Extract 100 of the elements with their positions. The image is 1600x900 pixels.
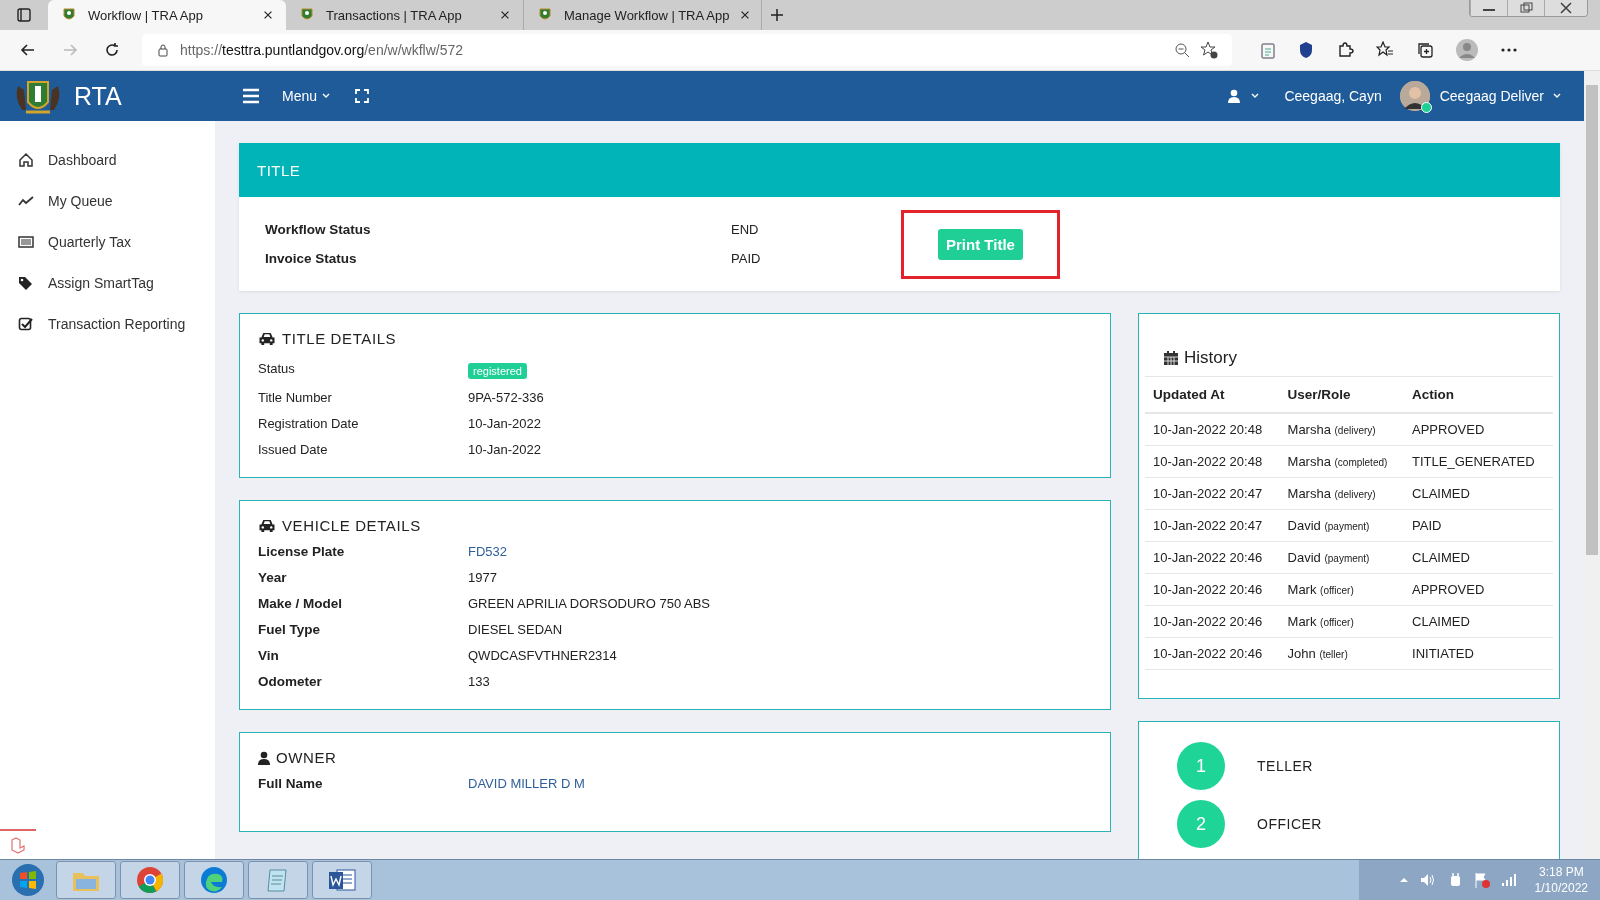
close-icon bbox=[1544, 0, 1587, 16]
collections-icon bbox=[1416, 41, 1434, 59]
table-cell: CLAIMED bbox=[1404, 541, 1553, 574]
step-number: 1 bbox=[1177, 742, 1225, 790]
sidebar-item[interactable]: Quarterly Tax bbox=[0, 221, 215, 262]
table-cell: APPROVED bbox=[1404, 413, 1553, 446]
step-label: TELLER bbox=[1257, 758, 1313, 774]
user-icon bbox=[258, 750, 270, 765]
table-cell: 10-Jan-2022 20:47 bbox=[1145, 477, 1280, 510]
table-cell: CLAIMED bbox=[1404, 477, 1553, 510]
fullscreen-icon bbox=[355, 89, 370, 103]
shield-icon bbox=[1298, 41, 1314, 59]
field-value: 10-Jan-2022 bbox=[468, 442, 542, 457]
field-label: Odometer bbox=[258, 674, 323, 689]
car-icon bbox=[258, 331, 276, 346]
status-label: Workflow Status bbox=[265, 222, 372, 237]
table-cell: Mark (officer) bbox=[1279, 605, 1405, 638]
field-value: 9PA-572-336 bbox=[468, 390, 545, 405]
status-value: END bbox=[731, 222, 760, 237]
table-cell: David (payment) bbox=[1279, 509, 1405, 542]
field-value: DIESEL SEDAN bbox=[468, 622, 564, 637]
browser-tab[interactable]: Workflow | TRA App bbox=[48, 0, 286, 30]
field-value: GREEN APRILIA DORSODURO 750 ABS bbox=[468, 596, 712, 611]
menu-icon bbox=[242, 88, 260, 104]
field-label: Title Number bbox=[258, 390, 333, 405]
field-value: 133 bbox=[468, 674, 491, 689]
tab-actions-icon bbox=[16, 7, 32, 23]
address-bar[interactable]: https://testtra.puntlandgov.org/en/w/wkflw/572 bbox=[142, 34, 1232, 66]
field-label: Fuel Type bbox=[258, 622, 321, 637]
table-cell: 10-Jan-2022 20:46 bbox=[1145, 637, 1280, 670]
card-title: TITLE DETAILS bbox=[282, 330, 397, 347]
user-icon bbox=[1228, 89, 1241, 103]
table-cell: David (payment) bbox=[1279, 541, 1405, 574]
status-badge: registered bbox=[468, 363, 527, 379]
zoom-out-icon bbox=[1174, 42, 1190, 58]
field-label: Year bbox=[258, 570, 288, 585]
tray-arrow-icon bbox=[1398, 875, 1409, 885]
profile-dropdown[interactable]: Ceegaag Deliver bbox=[1439, 88, 1562, 104]
table-cell: 10-Jan-2022 20:46 bbox=[1145, 573, 1280, 606]
column-header: Updated At bbox=[1145, 377, 1280, 413]
avatar[interactable] bbox=[1399, 81, 1430, 111]
home-icon bbox=[18, 151, 34, 168]
sidebar-item[interactable]: Assign SmartTag bbox=[0, 262, 215, 303]
table-cell: INITIATED bbox=[1404, 637, 1553, 670]
sidebar-item[interactable]: Transaction Reporting bbox=[0, 303, 215, 344]
field-value: QWDCASFVTHNER2314 bbox=[468, 648, 618, 663]
clock-date: 1/10/2022 bbox=[1534, 880, 1588, 896]
status-label: Invoice Status bbox=[265, 251, 358, 266]
field-link[interactable]: DAVID MILLER D M bbox=[468, 776, 1092, 791]
card-title: OWNER bbox=[276, 749, 337, 766]
tags-icon bbox=[18, 274, 34, 291]
more-icon bbox=[1500, 47, 1518, 53]
table-cell: 10-Jan-2022 20:48 bbox=[1145, 445, 1280, 478]
table-cell: 10-Jan-2022 20:46 bbox=[1145, 541, 1280, 574]
table-cell: 10-Jan-2022 20:48 bbox=[1145, 413, 1280, 446]
refresh-icon bbox=[103, 41, 121, 59]
clock-time: 3:18 PM bbox=[1538, 864, 1584, 880]
table-cell: John (teller) bbox=[1279, 637, 1405, 670]
panel-title: TITLE bbox=[257, 161, 301, 179]
signal-icon bbox=[1500, 873, 1517, 887]
field-label: Full Name bbox=[258, 776, 324, 791]
scrollbar[interactable] bbox=[1584, 71, 1600, 859]
start-button-icon bbox=[10, 862, 46, 898]
checkbox-icon bbox=[18, 315, 34, 332]
table-cell: Marsha (delivery) bbox=[1279, 477, 1405, 510]
field-label: Make / Model bbox=[258, 596, 344, 611]
table-cell: Mark (officer) bbox=[1279, 573, 1405, 606]
table-cell: Marsha (completed) bbox=[1279, 445, 1405, 478]
lock-icon bbox=[156, 43, 170, 57]
sidebar-item[interactable]: My Queue bbox=[0, 180, 215, 221]
volume-icon bbox=[1418, 872, 1437, 888]
add-favorite-icon bbox=[1200, 41, 1218, 59]
status-value: PAID bbox=[731, 251, 762, 266]
close-icon bbox=[499, 9, 511, 21]
field-value: 10-Jan-2022 bbox=[468, 416, 542, 431]
restore-icon bbox=[1507, 0, 1544, 16]
table-cell: APPROVED bbox=[1404, 573, 1553, 606]
brand-name: RTA bbox=[74, 81, 122, 111]
list-icon bbox=[18, 233, 34, 250]
table-cell: 10-Jan-2022 20:46 bbox=[1145, 605, 1280, 638]
field-label: Issued Date bbox=[258, 442, 329, 457]
field-link[interactable]: FD532 bbox=[468, 544, 1092, 559]
sidebar-item[interactable]: Dashboard bbox=[0, 139, 215, 180]
menu-dropdown[interactable]: Menu bbox=[282, 88, 332, 104]
online-status-dot bbox=[1420, 102, 1432, 113]
chrome-icon bbox=[136, 866, 164, 894]
table-cell: PAID bbox=[1404, 509, 1553, 542]
table-cell: CLAIMED bbox=[1404, 605, 1553, 638]
calendar-icon bbox=[1163, 350, 1179, 366]
field-label: Registration Date bbox=[258, 416, 360, 431]
field-label: License Plate bbox=[258, 544, 346, 559]
field-label: Vin bbox=[258, 648, 280, 663]
user-name: Ceegaag, Cayn bbox=[1284, 88, 1382, 104]
step-number: 2 bbox=[1177, 800, 1225, 848]
table-cell: TITLE_GENERATED bbox=[1404, 445, 1553, 478]
step-label: OFFICER bbox=[1257, 816, 1322, 832]
edge-icon bbox=[200, 866, 228, 894]
new-tab-icon bbox=[769, 7, 785, 23]
profile-icon bbox=[1456, 39, 1478, 61]
extensions-icon bbox=[1336, 41, 1354, 59]
